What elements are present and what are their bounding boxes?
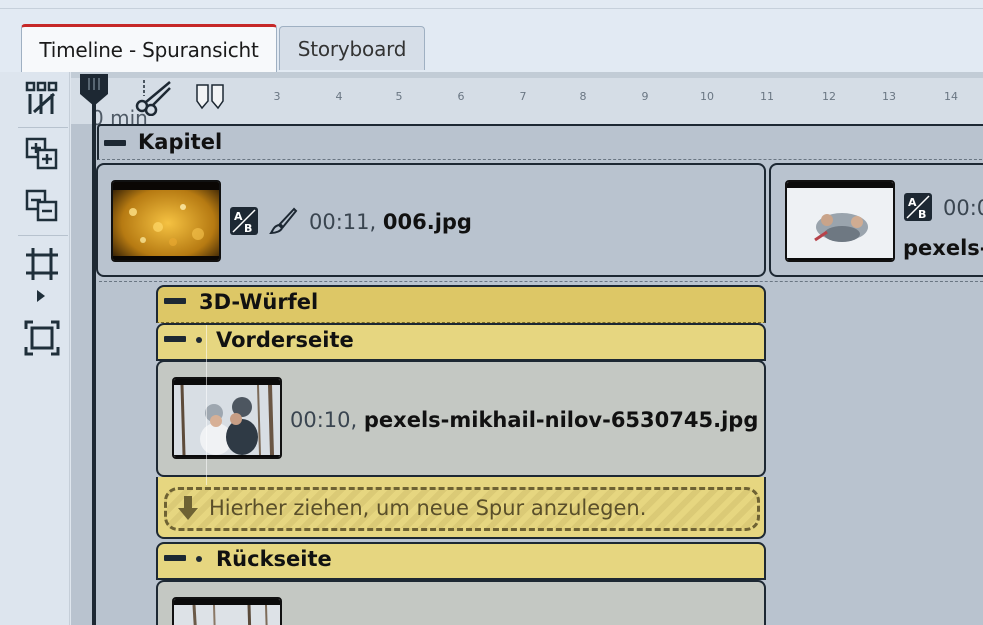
ruler-tick: 9 [641,90,649,103]
clip-thumbnail [111,180,221,262]
clip-duration: 00:0 [943,196,983,220]
collapse-kapitel-icon[interactable] [104,140,126,146]
down-arrow-icon [178,496,198,520]
ruler-tick: 4 [335,90,343,103]
clip-info: 00:11, 006.jpg [309,210,472,234]
ruler-tick: 5 [395,90,403,103]
add-track-icon[interactable] [22,134,62,174]
kapitel-divider [99,281,983,282]
collapse-cube-icon[interactable] [164,298,186,304]
ruler-tick: 10 [700,90,714,103]
timeline-toolbar [0,72,70,625]
kapitel-header[interactable] [97,124,983,160]
brush-icon[interactable] [268,206,298,236]
ruler-tick: 7 [519,90,527,103]
remove-track-icon[interactable] [22,186,62,226]
ruler-tick: 13 [882,90,896,103]
ruler-tick: 3 [273,90,281,103]
face-bullet-icon [196,337,202,343]
clip-thumbnail [785,180,895,262]
collapse-back-icon[interactable] [164,555,186,561]
playhead-shadow-line [206,325,207,485]
ruler-tick: 6 [457,90,465,103]
tab-storyboard[interactable]: Storyboard [279,26,425,70]
clip-duration-value: 00:0 [943,196,983,220]
back-face-label: Rückseite [216,547,332,571]
svg-text:B: B [244,222,252,235]
marker-icon[interactable] [195,82,225,110]
svg-text:B: B [918,208,926,221]
ruler-tick: 11 [760,90,774,103]
tab-timeline[interactable]: Timeline - Spuransicht [21,24,277,72]
svg-text:A: A [908,196,917,209]
collapse-front-icon[interactable] [164,336,186,342]
cube-label: 3D-Würfel [199,290,319,314]
ruler-tick: 8 [579,90,587,103]
expand-frame-icon[interactable] [22,318,62,358]
playhead-line[interactable] [92,92,96,625]
clip-duration: 00:11, [309,210,377,234]
clip-filename: pexels-mikhail-nilov-6530745.jpg [363,408,759,432]
clip-info: 00:10, pexels-mikhail-nilov-6530745.jpg [290,408,758,432]
track-properties-icon[interactable] [22,78,62,118]
clip-thumbnail [172,377,282,459]
clip-filename: 006.jpg [382,210,472,234]
svg-text:A: A [234,210,243,223]
fit-frame-icon[interactable] [22,244,62,284]
toolbar-separator [18,235,68,236]
clip-filename-value: pexels-r [903,236,983,260]
transition-ab-icon[interactable]: A B [230,207,258,235]
ruler-tick: 14 [944,90,958,103]
face-bullet-icon [196,556,202,562]
expand-arrow-icon[interactable] [37,290,45,302]
toolbar-separator [18,127,68,128]
kapitel-label: Kapitel [138,130,223,154]
playhead-handle-icon[interactable] [78,72,110,106]
window-top-border [0,8,983,9]
front-face-label: Vorderseite [216,328,354,352]
clip-duration: 00:10, [290,408,358,432]
ruler-tick: 12 [822,90,836,103]
drop-hint: Hierher ziehen, um neue Spur anzulegen. [209,496,647,520]
transition-ab-icon[interactable]: A B [904,193,932,221]
clip-filename: pexels-r [903,236,983,260]
clip-thumbnail [172,597,282,625]
scissors-icon[interactable] [134,76,174,116]
